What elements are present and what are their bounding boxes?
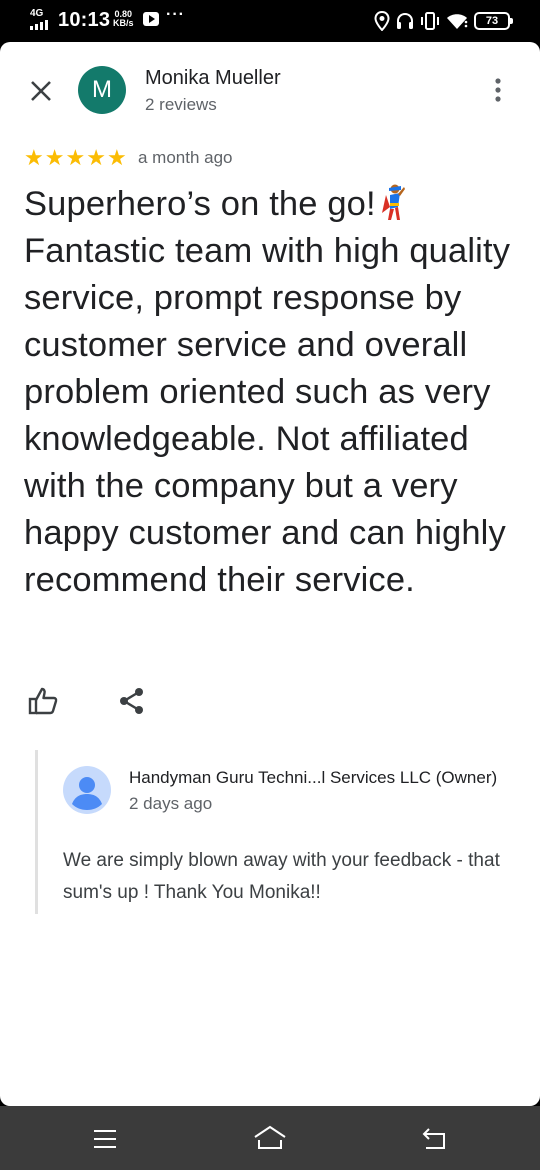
thumbs-up-icon[interactable]: [28, 686, 58, 716]
avatar-letter: M: [92, 76, 112, 103]
navigation-bar: [0, 1106, 540, 1170]
more-notifications-indicator: ···: [166, 6, 185, 23]
star-rating: ★ ★ ★ ★ ★: [24, 146, 127, 170]
owner-reply-text: We are simply blown away with your feedb…: [63, 850, 500, 903]
youtube-notification-icon: [143, 12, 159, 26]
location-icon: [374, 11, 390, 31]
reviewer-review-count: 2 reviews: [145, 95, 217, 114]
network-type: 4G: [30, 8, 44, 19]
status-right: 73: [374, 10, 513, 32]
speed-unit: KB/s: [113, 18, 134, 28]
headphones-icon: [397, 12, 413, 29]
more-vert-icon[interactable]: [486, 76, 510, 104]
home-icon[interactable]: [253, 1124, 287, 1152]
reviewer-avatar[interactable]: M: [78, 66, 126, 114]
share-icon[interactable]: [118, 687, 146, 715]
person-icon: [63, 766, 111, 814]
review-text: Superhero’s on the go! Fantastic team wi…: [24, 181, 524, 604]
star-icon: ★: [106, 145, 127, 170]
review-date: a month ago: [138, 148, 233, 167]
wifi-icon: [447, 14, 468, 29]
battery-icon: 73: [474, 12, 513, 30]
star-icon: ★: [86, 145, 106, 170]
review-text-body: Fantastic team with high quality service…: [24, 232, 511, 599]
star-icon: ★: [44, 145, 65, 170]
owner-reply: Handyman Guru Techni...l Services LLC (O…: [35, 750, 525, 914]
review-sheet: M Monika Mueller 2 reviews ★ ★ ★ ★ ★ a month…: [0, 42, 540, 1106]
reviewer-name[interactable]: Monika Mueller: [145, 67, 281, 90]
superhero-emoji: [381, 184, 405, 220]
star-icon: ★: [65, 145, 86, 170]
network-speed: 0.80 KB/s: [113, 10, 134, 28]
owner-reply-date: 2 days ago: [129, 794, 213, 813]
star-icon: ★: [24, 145, 44, 170]
owner-name: Handyman Guru Techni...l Services LLC (O…: [129, 768, 498, 787]
status-time: 10:13: [58, 9, 111, 31]
back-icon[interactable]: [420, 1126, 448, 1152]
recents-icon[interactable]: [92, 1128, 118, 1150]
close-icon[interactable]: [28, 78, 54, 104]
review-text-headline: Superhero’s on the go!: [24, 185, 376, 223]
status-bar: 4G 10:13 0.80 KB/s ··· 73: [0, 0, 540, 42]
vibrate-icon: [421, 12, 439, 30]
signal-icon: [30, 20, 48, 30]
